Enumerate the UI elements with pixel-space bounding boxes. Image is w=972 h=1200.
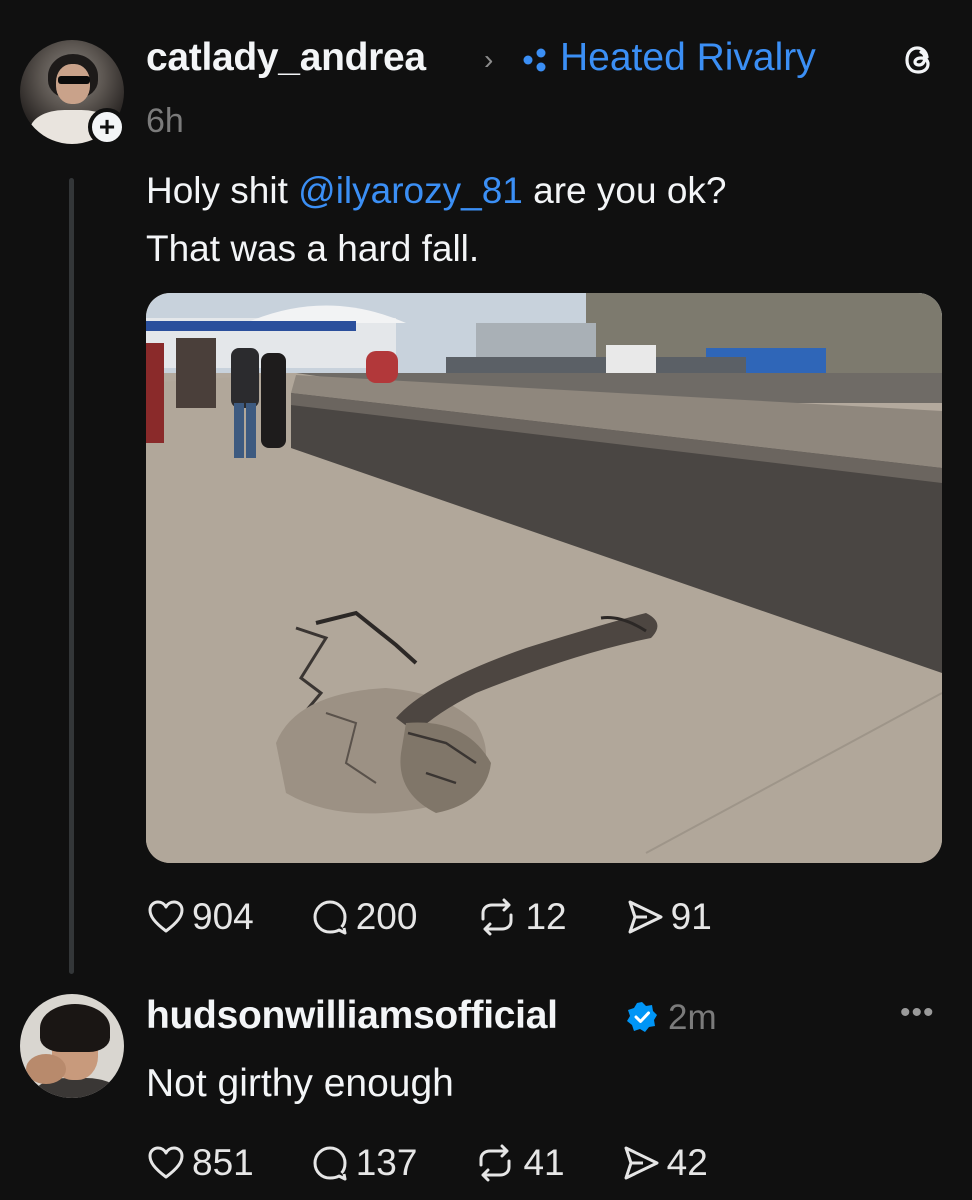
reply-like-button[interactable]: 851 <box>146 1142 254 1184</box>
threads-icon[interactable] <box>900 40 940 80</box>
send-icon <box>624 1146 659 1180</box>
post-time: 6h <box>146 102 184 140</box>
post-text-start: Holy shit <box>146 170 299 211</box>
thread-connector-line <box>69 178 74 974</box>
heart-icon <box>148 900 184 933</box>
post-text-line2: That was a hard fall. <box>146 228 480 269</box>
community-link[interactable]: Heated Rivalry <box>560 36 816 80</box>
reply-comment-count: 137 <box>355 1142 418 1183</box>
reply-share-button[interactable]: 42 <box>621 1142 708 1184</box>
share-button[interactable]: 91 <box>625 896 712 938</box>
share-count: 91 <box>670 896 712 937</box>
follow-plus-icon[interactable]: + <box>88 108 126 146</box>
chevron-right-icon: › <box>484 44 494 75</box>
mention-link[interactable]: @ilyarozy_81 <box>298 170 523 211</box>
reply-count: 200 <box>355 896 418 937</box>
author-username[interactable]: catlady_andrea <box>146 36 426 80</box>
reply-time: 2m <box>668 998 717 1037</box>
comment-icon <box>313 900 347 935</box>
reply-like-count: 851 <box>192 1142 254 1183</box>
comment-icon <box>313 1146 347 1181</box>
reply-repost-button[interactable]: 41 <box>473 1142 565 1184</box>
reply-comment-button[interactable]: 137 <box>310 1142 418 1184</box>
reply-repost-count: 41 <box>523 1142 565 1183</box>
post-action-bar: 904 200 12 91 <box>146 896 712 938</box>
reply-action-bar: 851 137 41 42 <box>146 1142 708 1184</box>
post-body: Holy shit @ilyarozy_81 are you ok? That … <box>146 162 936 278</box>
repost-icon <box>479 1144 511 1182</box>
repost-button[interactable]: 12 <box>475 896 567 938</box>
like-count: 904 <box>192 896 254 937</box>
repost-icon <box>481 898 513 936</box>
reply-button[interactable]: 200 <box>310 896 418 938</box>
send-icon <box>628 900 663 934</box>
reply-body: Not girthy enough <box>146 1062 454 1105</box>
reply-author-avatar[interactable] <box>20 994 124 1098</box>
post-text-end: are you ok? <box>522 170 727 211</box>
like-button[interactable]: 904 <box>146 896 254 938</box>
post-photo[interactable] <box>146 293 942 863</box>
more-icon[interactable]: ••• <box>900 996 935 1030</box>
repost-count: 12 <box>525 896 567 937</box>
heart-icon <box>148 1146 184 1179</box>
reply-author-username[interactable]: hudsonwilliamsofficial <box>146 994 558 1038</box>
community-dots-icon <box>523 48 546 72</box>
verified-badge-icon <box>627 1002 657 1032</box>
reply-share-count: 42 <box>666 1142 708 1183</box>
